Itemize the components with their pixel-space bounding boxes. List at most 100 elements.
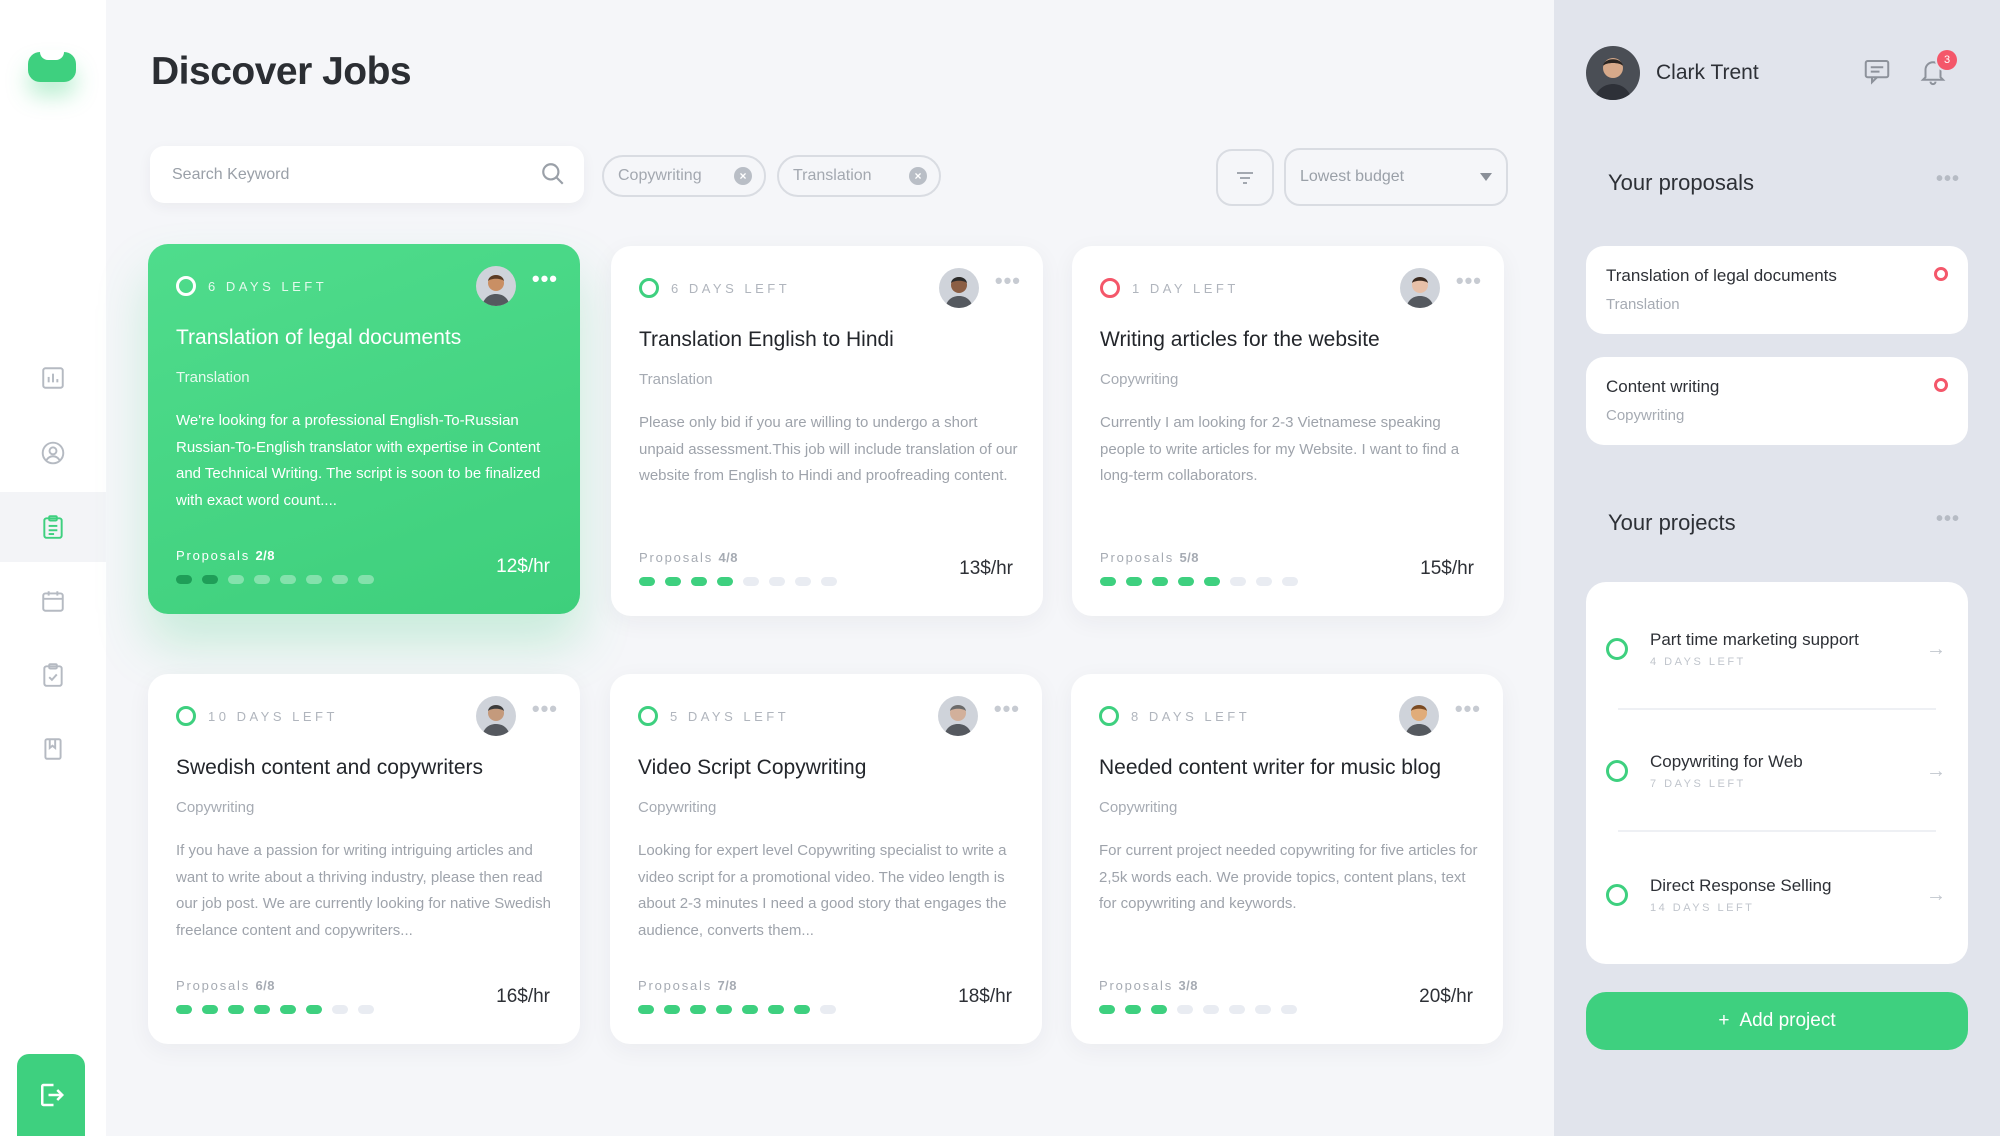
more-options-icon[interactable]: ••• — [532, 268, 558, 290]
sidebar-item-saved[interactable] — [0, 714, 106, 784]
job-description: For current project needed copywriting f… — [1099, 842, 1478, 912]
avatar[interactable] — [476, 696, 516, 736]
job-card[interactable]: 8 DAYS LEFT ••• Needed content writer fo… — [1071, 674, 1503, 1044]
avatar[interactable] — [1586, 46, 1640, 100]
job-card[interactable]: 5 DAYS LEFT ••• Video Script Copywriting… — [610, 674, 1042, 1044]
job-title[interactable]: Translation of legal documents — [176, 326, 566, 350]
proposal-category: Copywriting — [1606, 407, 1685, 424]
status-ring-icon — [1100, 278, 1120, 298]
profile-name[interactable]: Clark Trent — [1656, 61, 1759, 85]
project-name: Part time marketing support — [1650, 630, 1859, 649]
add-project-button[interactable]: + Add project — [1586, 992, 1968, 1050]
search-box — [150, 146, 584, 203]
job-rate: 15$/hr — [1420, 558, 1474, 579]
sort-select[interactable]: Lowest budget — [1284, 148, 1508, 206]
proposal-card[interactable]: Content writing Copywriting — [1586, 357, 1968, 445]
sidebar-item-tasks[interactable] — [0, 640, 106, 710]
app-logo[interactable] — [28, 50, 76, 82]
more-options-icon[interactable]: ••• — [1455, 698, 1481, 720]
job-rate: 12$/hr — [496, 556, 550, 577]
chat-icon[interactable] — [1862, 56, 1892, 86]
filter-icon — [1237, 171, 1253, 184]
status-ring-icon — [176, 706, 196, 726]
days-left: 8 DAYS LEFT — [1131, 709, 1251, 724]
bookmark-icon — [44, 738, 62, 760]
job-card[interactable]: 10 DAYS LEFT ••• Swedish content and cop… — [148, 674, 580, 1044]
proposal-card[interactable]: Translation of legal documents Translati… — [1586, 246, 1968, 334]
avatar[interactable] — [1400, 268, 1440, 308]
job-category: Copywriting — [638, 799, 717, 816]
arrow-right-icon[interactable]: → — [1926, 760, 1946, 783]
job-description: Looking for expert level Copywriting spe… — [638, 842, 1007, 939]
avatar[interactable] — [476, 266, 516, 306]
proposal-dot — [254, 1005, 270, 1014]
proposals-count: 2/8 — [255, 548, 276, 563]
search-icon[interactable] — [540, 161, 566, 187]
job-card[interactable]: 6 DAYS LEFT ••• Translation English to H… — [611, 246, 1043, 616]
filter-chip-copywriting[interactable]: Copywriting × — [602, 155, 766, 197]
sidebar-item-profile[interactable] — [0, 418, 106, 488]
proposal-dot — [228, 1005, 244, 1014]
proposal-dot — [1204, 577, 1220, 586]
proposal-dot — [743, 577, 759, 586]
chevron-down-icon — [1480, 173, 1492, 181]
project-item[interactable]: Part time marketing support 4 DAYS LEFT … — [1586, 590, 1968, 710]
remove-chip-icon[interactable]: × — [909, 167, 927, 185]
project-item[interactable]: Copywriting for Web 7 DAYS LEFT → — [1586, 712, 1968, 832]
job-title[interactable]: Translation English to Hindi — [639, 328, 1029, 352]
days-left: 5 DAYS LEFT — [670, 709, 790, 724]
proposal-dot — [742, 1005, 758, 1014]
avatar[interactable] — [938, 696, 978, 736]
job-title[interactable]: Video Script Copywriting — [638, 756, 1028, 780]
sidebar-item-jobs[interactable] — [0, 492, 106, 562]
proposal-dot — [332, 1005, 348, 1014]
arrow-right-icon[interactable]: → — [1926, 638, 1946, 661]
avatar[interactable] — [1399, 696, 1439, 736]
add-project-label: Add project — [1739, 1010, 1836, 1031]
proposal-dot — [1151, 1005, 1167, 1014]
proposals-more-icon[interactable]: ••• — [1936, 168, 1960, 191]
job-category: Copywriting — [176, 799, 255, 816]
projects-more-icon[interactable]: ••• — [1936, 508, 1960, 531]
proposal-category: Translation — [1606, 296, 1680, 313]
remove-chip-icon[interactable]: × — [734, 167, 752, 185]
status-ring-icon — [1606, 884, 1628, 906]
arrow-right-icon[interactable]: → — [1926, 884, 1946, 907]
job-card[interactable]: 6 DAYS LEFT ••• Translation of legal doc… — [148, 244, 580, 614]
projects-list: Part time marketing support 4 DAYS LEFT … — [1586, 582, 1968, 964]
job-card[interactable]: 1 DAY LEFT ••• Writing articles for the … — [1072, 246, 1504, 616]
search-input[interactable] — [172, 146, 512, 203]
proposal-dot — [202, 1005, 218, 1014]
proposal-dot — [1281, 1005, 1297, 1014]
job-title[interactable]: Needed content writer for music blog — [1099, 756, 1489, 780]
job-title[interactable]: Swedish content and copywriters — [176, 756, 566, 780]
sidebar-item-calendar[interactable] — [0, 566, 106, 636]
proposal-dot — [690, 1005, 706, 1014]
proposal-dot — [280, 575, 296, 584]
more-options-icon[interactable]: ••• — [995, 270, 1021, 292]
avatar[interactable] — [939, 268, 979, 308]
status-ring-icon — [1606, 760, 1628, 782]
proposal-title: Content writing — [1606, 377, 1720, 396]
filter-chip-translation[interactable]: Translation × — [777, 155, 941, 197]
proposal-dot — [1256, 577, 1272, 586]
project-name: Direct Response Selling — [1650, 876, 1832, 895]
proposal-dot — [821, 577, 837, 586]
proposal-dot — [254, 575, 270, 584]
proposals-label: Proposals 5/8 — [1100, 550, 1200, 565]
logout-button[interactable] — [17, 1054, 85, 1136]
proposal-dot — [1100, 577, 1116, 586]
proposal-dot — [228, 575, 244, 584]
sidebar-item-stats[interactable] — [0, 343, 106, 413]
project-item[interactable]: Direct Response Selling 14 DAYS LEFT → — [1586, 836, 1968, 956]
proposal-dot — [1282, 577, 1298, 586]
more-options-icon[interactable]: ••• — [532, 698, 558, 720]
more-options-icon[interactable]: ••• — [1456, 270, 1482, 292]
more-options-icon[interactable]: ••• — [994, 698, 1020, 720]
proposals-progress — [639, 577, 837, 586]
job-title[interactable]: Writing articles for the website — [1100, 328, 1490, 352]
filter-button[interactable] — [1216, 149, 1274, 206]
proposal-dot — [691, 577, 707, 586]
job-description: We're looking for a professional English… — [176, 412, 541, 509]
status-ring-icon — [638, 706, 658, 726]
